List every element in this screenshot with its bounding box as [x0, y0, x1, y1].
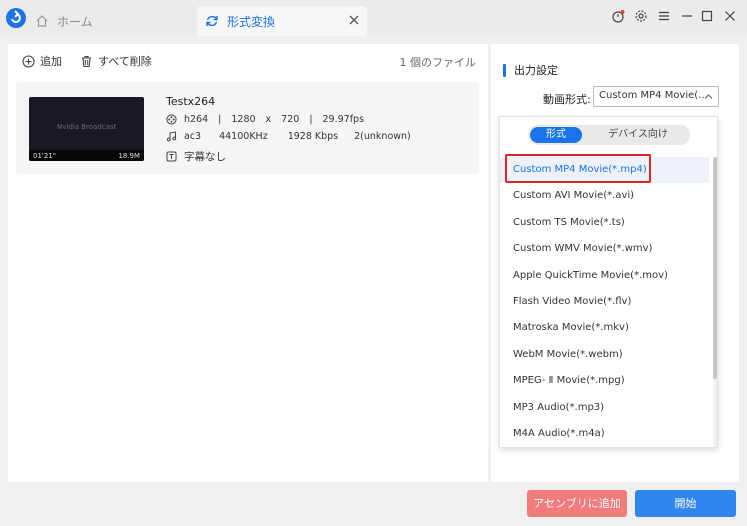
format-option[interactable]: Custom TS Movie(*.ts) — [500, 210, 709, 236]
thumbnail-title: Nvidia Broadcast — [57, 123, 117, 131]
plus-circle-icon — [22, 54, 35, 68]
video-format-value: Custom MP4 Movie(... — [599, 90, 708, 101]
file-item[interactable]: Nvidia Broadcast 01'21" 18.9M Testx264 h… — [16, 82, 479, 174]
audio-codec: ac3 — [184, 131, 202, 142]
subtitle-info-row[interactable]: 字幕なし — [166, 149, 226, 164]
resolution-x: x — [265, 114, 272, 125]
file-name: Testx264 — [166, 95, 216, 108]
app-logo-icon — [6, 8, 26, 28]
timer-icon[interactable] — [611, 9, 625, 23]
scrollbar-thumb[interactable] — [713, 157, 717, 379]
format-option[interactable]: MP3 Audio(*.mp3) — [500, 395, 709, 421]
delete-all-label: すべて削除 — [98, 55, 152, 68]
music-note-icon — [166, 131, 177, 142]
separator: | — [309, 114, 313, 125]
video-width: 1280 — [231, 114, 256, 125]
tab-convert[interactable]: 形式変換 — [197, 6, 367, 36]
format-segment-control: 形式 デバイス向け — [528, 125, 690, 145]
video-codec: h264 — [184, 114, 209, 125]
output-settings-title: 出力設定 — [503, 62, 558, 78]
video-info-row: h264 | 1280 x 720 | 29.97fps — [166, 114, 364, 125]
add-label: 追加 — [40, 55, 62, 68]
video-format-select[interactable]: Custom MP4 Movie(... — [593, 86, 719, 107]
subtitle-icon — [166, 151, 177, 162]
file-list-panel: 追加 すべて削除 1 個のファイル Nvidia Broadcast 01'21… — [8, 44, 488, 482]
chevron-up-icon — [704, 94, 713, 99]
tab-home-label: ホーム — [57, 14, 93, 29]
video-thumbnail[interactable]: Nvidia Broadcast 01'21" 18.9M — [29, 97, 144, 161]
minimize-icon[interactable] — [680, 9, 694, 23]
audio-rate: 44100KHz — [219, 131, 268, 142]
video-height: 720 — [281, 114, 300, 125]
tab-device[interactable]: デバイス向け — [590, 127, 686, 143]
delete-all-button[interactable]: すべて削除 — [80, 53, 152, 69]
film-reel-icon — [166, 114, 177, 125]
tab-convert-label: 形式変換 — [227, 14, 276, 29]
audio-info-row: ac3 44100KHz 1928 Kbps 2(unknown) — [166, 131, 411, 142]
maximize-icon[interactable] — [700, 9, 714, 23]
format-option[interactable]: Custom WMV Movie(*.wmv) — [500, 236, 709, 262]
window-close-icon[interactable] — [723, 9, 737, 23]
home-icon — [36, 15, 48, 27]
format-option[interactable]: Flash Video Movie(*.flv) — [500, 289, 709, 315]
video-format-label: 動画形式: — [543, 93, 591, 106]
format-option[interactable]: M4A Audio(*.m4a) — [500, 421, 709, 447]
format-option[interactable]: WebM Movie(*.webm) — [500, 342, 709, 368]
file-count: 1 個のファイル — [399, 56, 477, 69]
add-to-queue-button[interactable]: アセンブリに追加 — [527, 490, 627, 517]
format-option[interactable]: Matroska Movie(*.mkv) — [500, 315, 709, 341]
subtitle-label: 字幕なし — [184, 151, 226, 163]
trash-icon — [82, 55, 91, 67]
audio-bitrate: 1928 Kbps — [287, 131, 339, 142]
video-fps: 29.97fps — [322, 114, 365, 125]
menu-icon[interactable] — [657, 9, 671, 23]
separator: | — [218, 114, 222, 125]
video-duration: 01'21" — [33, 152, 56, 160]
audio-channels: 2(unknown) — [354, 131, 411, 142]
add-button[interactable]: 追加 — [22, 53, 62, 69]
tab-format[interactable]: 形式 — [530, 127, 582, 143]
video-size: 18.9M — [118, 152, 140, 160]
tab-home[interactable]: ホーム — [35, 6, 93, 36]
close-icon[interactable] — [348, 14, 360, 26]
file-toolbar: 追加 すべて削除 1 個のファイル — [8, 44, 488, 76]
refresh-icon — [206, 15, 218, 27]
gear-icon[interactable] — [634, 9, 648, 23]
format-option[interactable]: Apple QuickTime Movie(*.mov) — [500, 263, 709, 289]
format-option[interactable]: MPEG- Ⅱ Movie(*.mpg) — [500, 368, 709, 394]
title-bar: ホーム 形式変換 — [0, 0, 747, 36]
selection-highlight-box — [505, 154, 651, 183]
format-option[interactable]: Custom AVI Movie(*.avi) — [500, 183, 709, 209]
start-button[interactable]: 開始 — [635, 490, 736, 517]
